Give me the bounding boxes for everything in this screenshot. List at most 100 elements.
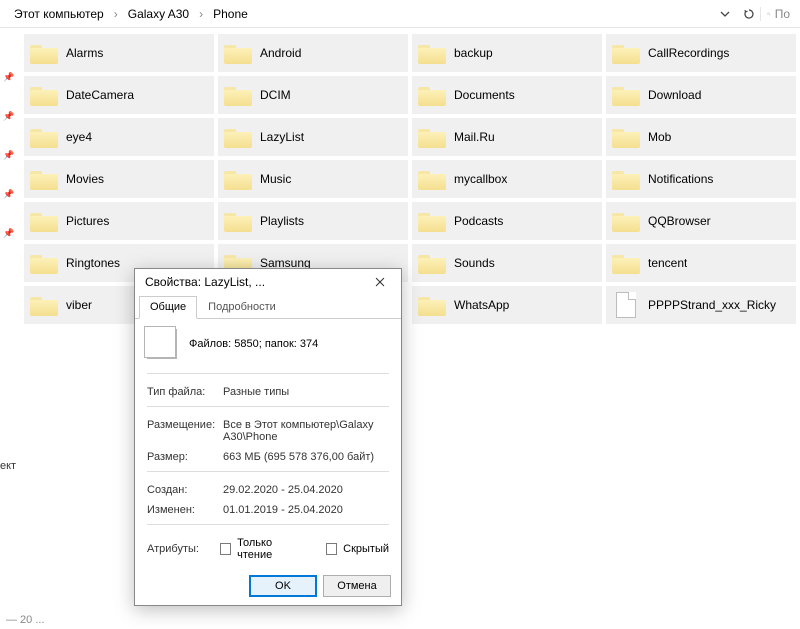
- label-created: Создан:: [147, 484, 223, 496]
- tab-details[interactable]: Подробности: [197, 296, 287, 319]
- breadcrumb-seg[interactable]: Galaxy A30: [124, 5, 193, 23]
- folder-item[interactable]: Sounds: [412, 244, 602, 282]
- folder-icon: [418, 294, 446, 316]
- folder-icon: [418, 84, 446, 106]
- folder-item[interactable]: CallRecordings: [606, 34, 796, 72]
- label-size: Размер:: [147, 451, 223, 463]
- folder-item[interactable]: QQBrowser: [606, 202, 796, 240]
- folder-icon: [612, 42, 640, 64]
- folder-icon: [418, 126, 446, 148]
- folder-label: DateCamera: [66, 88, 134, 102]
- folder-icon: [418, 210, 446, 232]
- cancel-button[interactable]: Отмена: [323, 575, 391, 597]
- folder-item[interactable]: tencent: [606, 244, 796, 282]
- folder-item[interactable]: eye4: [24, 118, 214, 156]
- label-attributes: Атрибуты:: [147, 543, 214, 555]
- folder-icon: [612, 126, 640, 148]
- breadcrumb-seg[interactable]: Phone: [209, 5, 252, 23]
- label-modified: Изменен:: [147, 504, 223, 516]
- folder-item[interactable]: Download: [606, 76, 796, 114]
- value-type: Разные типы: [223, 386, 389, 398]
- folder-label: Download: [648, 88, 701, 102]
- folder-label: eye4: [66, 130, 92, 144]
- label-hidden: Скрытый: [343, 543, 389, 555]
- folder-item[interactable]: Documents: [412, 76, 602, 114]
- folder-item[interactable]: PPPPStrand_xxx_Ricky: [606, 286, 796, 324]
- close-button[interactable]: [365, 271, 395, 293]
- folder-item[interactable]: Mail.Ru: [412, 118, 602, 156]
- folder-icon: [224, 210, 252, 232]
- summary-text: Файлов: 5850; папок: 374: [189, 338, 318, 350]
- folder-item[interactable]: WhatsApp: [412, 286, 602, 324]
- folder-icon: [612, 210, 640, 232]
- folder-icon: [30, 84, 58, 106]
- folder-label: mycallbox: [454, 172, 507, 186]
- folder-icon: [418, 168, 446, 190]
- cutoff-text: ект: [0, 460, 16, 472]
- folder-icon: [224, 84, 252, 106]
- folder-icon: [612, 84, 640, 106]
- folder-item[interactable]: Pictures: [24, 202, 214, 240]
- folder-label: viber: [66, 298, 92, 312]
- folder-icon: [30, 252, 58, 274]
- pin-icon: 📌: [3, 150, 14, 161]
- folder-item[interactable]: Music: [218, 160, 408, 198]
- value-size: 663 МБ (695 578 376,00 байт): [223, 451, 389, 463]
- value-modified: 01.01.2019 - 25.04.2020: [223, 504, 389, 516]
- folder-item[interactable]: Alarms: [24, 34, 214, 72]
- folder-item[interactable]: Android: [218, 34, 408, 72]
- folder-item[interactable]: Playlists: [218, 202, 408, 240]
- folder-item[interactable]: Mob: [606, 118, 796, 156]
- folder-label: LazyList: [260, 130, 304, 144]
- folder-icon: [224, 126, 252, 148]
- value-location: Все в Этот компьютер\Galaxy A30\Phone: [223, 419, 389, 443]
- dialog-tabs: Общие Подробности: [135, 295, 401, 319]
- folder-item[interactable]: DateCamera: [24, 76, 214, 114]
- dialog-body: Файлов: 5850; папок: 374 Тип файла:Разны…: [135, 319, 401, 567]
- pin-icon: 📌: [3, 72, 14, 83]
- folder-label: Notifications: [648, 172, 713, 186]
- label-readonly: Только чтение: [237, 537, 302, 561]
- folder-label: Mail.Ru: [454, 130, 495, 144]
- folder-item[interactable]: LazyList: [218, 118, 408, 156]
- history-dropdown-button[interactable]: [714, 3, 736, 25]
- breadcrumb[interactable]: Этот компьютер › Galaxy A30 › Phone: [4, 5, 712, 23]
- quick-access-strip: 📌 📌 📌 📌 📌: [0, 28, 18, 611]
- ok-button[interactable]: OK: [249, 575, 317, 597]
- folder-icon: [30, 294, 58, 316]
- close-icon: [375, 277, 385, 287]
- folder-icon: [224, 168, 252, 190]
- folder-icon: [612, 252, 640, 274]
- folder-icon: [30, 42, 58, 64]
- chevron-right-icon: ›: [195, 5, 207, 23]
- folder-label: Documents: [454, 88, 515, 102]
- folder-item[interactable]: mycallbox: [412, 160, 602, 198]
- tab-general[interactable]: Общие: [139, 296, 197, 319]
- folder-label: tencent: [648, 256, 687, 270]
- folder-label: backup: [454, 46, 493, 60]
- folder-icon: [418, 42, 446, 64]
- search-input[interactable]: По: [760, 7, 796, 21]
- search-icon: [767, 8, 771, 20]
- folder-label: WhatsApp: [454, 298, 509, 312]
- folder-item[interactable]: DCIM: [218, 76, 408, 114]
- folder-icon: [30, 168, 58, 190]
- folder-item[interactable]: Podcasts: [412, 202, 602, 240]
- folder-label: Playlists: [260, 214, 304, 228]
- folder-item[interactable]: Movies: [24, 160, 214, 198]
- multi-file-icon: [147, 329, 177, 359]
- breadcrumb-seg[interactable]: Этот компьютер: [10, 5, 108, 23]
- file-label: PPPPStrand_xxx_Ricky: [648, 298, 776, 312]
- checkbox-readonly[interactable]: [220, 543, 231, 555]
- folder-item[interactable]: backup: [412, 34, 602, 72]
- refresh-button[interactable]: [738, 3, 760, 25]
- dialog-titlebar[interactable]: Свойства: LazyList, ...: [135, 269, 401, 295]
- folder-label: QQBrowser: [648, 214, 711, 228]
- folder-label: Sounds: [454, 256, 495, 270]
- folder-item[interactable]: Notifications: [606, 160, 796, 198]
- folder-label: Music: [260, 172, 291, 186]
- checkbox-hidden[interactable]: [326, 543, 337, 555]
- address-bar: Этот компьютер › Galaxy A30 › Phone По: [0, 0, 800, 28]
- value-created: 29.02.2020 - 25.04.2020: [223, 484, 389, 496]
- file-icon: [616, 292, 636, 318]
